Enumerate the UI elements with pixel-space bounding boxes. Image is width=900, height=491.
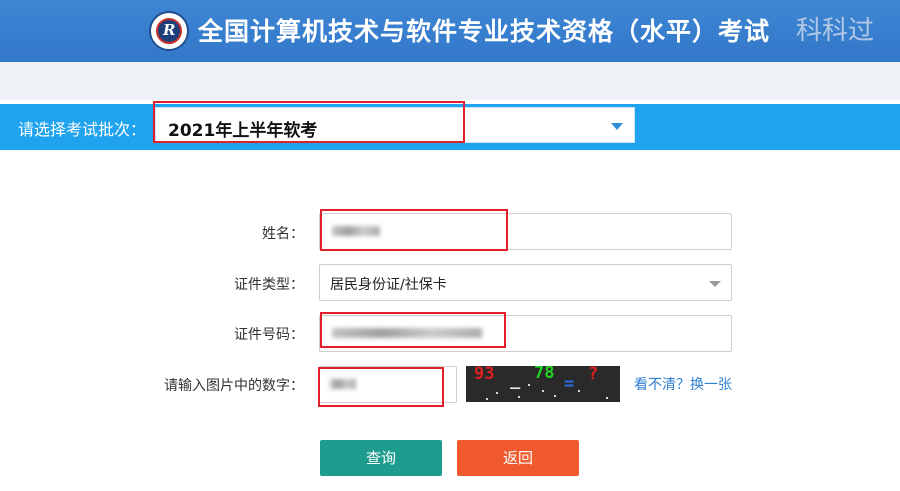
- captcha-label: 请输入图片中的数字：: [164, 378, 304, 394]
- id-number-input-obscured-value: [332, 328, 482, 338]
- logo-mark: R: [163, 21, 176, 39]
- name-label: 姓名：: [262, 226, 304, 242]
- id-type-label: 证件类型：: [234, 277, 304, 293]
- captcha-glyph: =: [564, 374, 575, 394]
- captcha-noise-dot: [496, 392, 498, 394]
- captcha-noise-dot: [578, 390, 580, 392]
- id-number-input[interactable]: [319, 315, 732, 352]
- chevron-down-icon: [611, 123, 623, 130]
- captcha-input-obscured-value: [330, 379, 356, 389]
- captcha-glyph: 93: [474, 366, 495, 384]
- captcha-noise-dot: [606, 397, 608, 399]
- id-number-label: 证件号码：: [234, 327, 304, 343]
- captcha-noise-dot: [554, 395, 556, 397]
- exam-batch-select[interactable]: 2021年上半年软考: [155, 107, 635, 143]
- id-type-value: 居民身份证/社保卡: [330, 277, 447, 293]
- captcha-input[interactable]: [319, 366, 457, 403]
- captcha-refresh-link[interactable]: 看不清？换一张: [634, 374, 732, 394]
- captcha-noise-dot: [528, 384, 530, 386]
- captcha-image: 93 _ 78 = ?: [466, 366, 620, 402]
- exam-batch-value: 2021年上半年软考: [168, 121, 318, 141]
- exam-batch-label: 请选择考试批次：: [18, 120, 147, 139]
- id-type-select[interactable]: 居民身份证/社保卡: [319, 264, 732, 301]
- logo-emblem: R: [156, 18, 182, 44]
- page-title: 全国计算机技术与软件专业技术资格（水平）考试: [198, 17, 771, 46]
- watermark: 科科过: [796, 16, 875, 46]
- name-input[interactable]: [319, 213, 732, 250]
- captcha-noise-dot: [518, 396, 520, 398]
- header-spacer-band: [0, 62, 900, 100]
- captcha-glyph: 78: [534, 366, 555, 383]
- captcha-noise-dot: [486, 398, 488, 400]
- name-input-obscured-value: [332, 226, 380, 236]
- query-button[interactable]: 查询: [320, 440, 442, 476]
- captcha-noise-dot: [542, 390, 544, 392]
- logo-icon: R: [149, 11, 189, 51]
- back-button[interactable]: 返回: [457, 440, 579, 476]
- header-bar: R 全国计算机技术与软件专业技术资格（水平）考试 科科过: [0, 0, 900, 62]
- captcha-glyph: ?: [588, 366, 599, 384]
- chevron-down-icon: [709, 281, 721, 287]
- captcha-glyph: _: [510, 370, 521, 390]
